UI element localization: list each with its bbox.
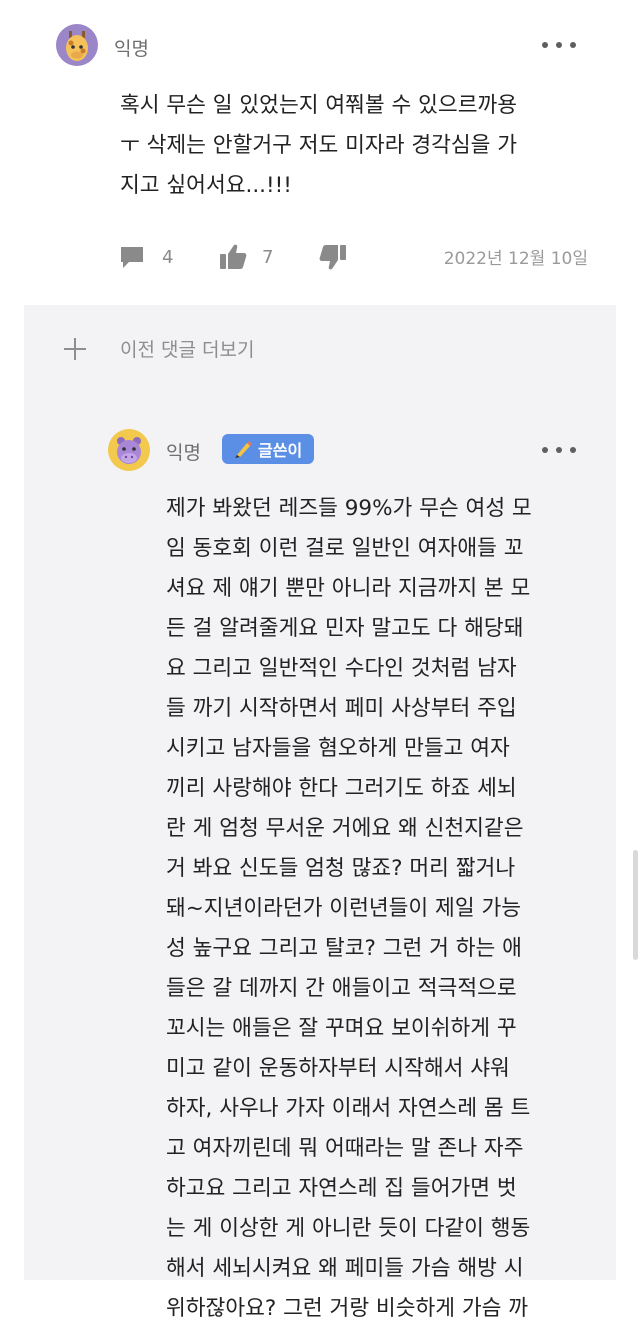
author-badge-label: 글쓴이	[258, 441, 303, 460]
comment-more-button[interactable]	[542, 35, 576, 55]
reply-author: 익명	[166, 442, 201, 464]
reply-count-button[interactable]: 4	[118, 240, 173, 274]
writing-hand-icon	[235, 441, 252, 458]
load-previous-replies-label: 이전 댓글 더보기	[120, 339, 255, 361]
hippo-icon	[117, 437, 141, 464]
plus-icon	[64, 338, 86, 360]
author-badge: 글쓴이	[222, 434, 315, 464]
scrollbar[interactable]	[633, 850, 638, 960]
comment-author: 익명	[114, 38, 149, 60]
like-count: 7	[262, 246, 274, 268]
comment-avatar[interactable]	[56, 24, 98, 66]
reply-avatar[interactable]	[108, 429, 150, 471]
reply-count: 4	[162, 246, 174, 268]
comment-date: 2022년 12월 10일	[443, 249, 588, 269]
more-dot-icon	[556, 42, 562, 48]
giraffe-icon	[66, 31, 88, 61]
more-dot-icon	[570, 42, 576, 48]
more-dot-icon	[542, 42, 548, 48]
more-dot-icon	[556, 447, 562, 453]
load-previous-replies-button[interactable]: 이전 댓글 더보기	[24, 305, 616, 391]
comment-text: 혹시 무슨 일 있었는지 여쭤볼 수 있으르까용 ㅜ 삭제는 안할거구 저도 미…	[120, 93, 518, 198]
thumbs-down-icon	[319, 245, 346, 270]
reply-more-button[interactable]	[542, 440, 576, 460]
dislike-button[interactable]	[318, 240, 348, 274]
thumbs-up-icon	[220, 244, 247, 269]
more-dot-icon	[542, 447, 548, 453]
comment-card: 익명 혹시 무슨 일 있었는지 여쭤볼 수 있으르까용 ㅜ 삭제는 안할거구 저…	[0, 0, 640, 305]
speech-bubble-icon	[121, 247, 143, 268]
comment-actions: 4 7 2022년 12월 10일	[118, 240, 588, 274]
reply-section: 이전 댓글 더보기 익명 글쓴이 제가 봐왔던 레즈들 99%가 무슨 여성 모…	[24, 305, 616, 1321]
like-button[interactable]: 7	[218, 240, 273, 274]
more-dot-icon	[570, 447, 576, 453]
reply-text: 제가 봐왔던 레즈들 99%가 무슨 여성 모 임 동호회 이런 걸로 일반인 …	[166, 496, 532, 1321]
